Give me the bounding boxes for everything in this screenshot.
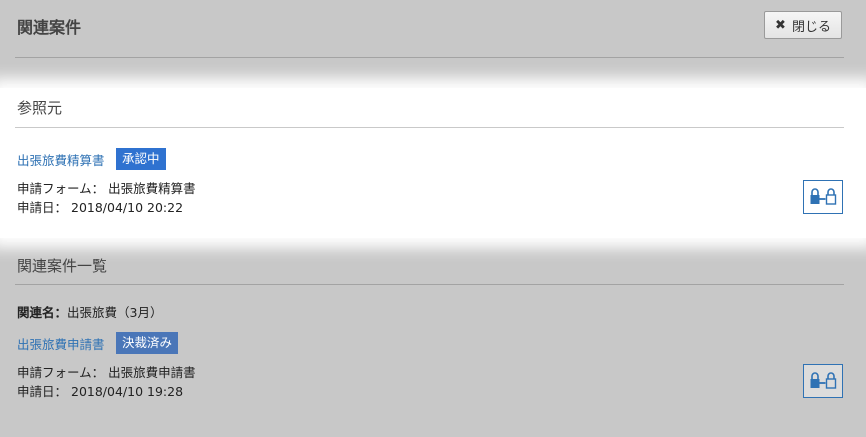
date-value: 2018/04/10 19:28 <box>71 384 184 399</box>
form-value: 出張旅費精算書 <box>108 181 196 196</box>
header-divider <box>15 57 844 58</box>
relation-label: 関連名： <box>17 305 68 320</box>
lock-link-icon <box>810 372 837 389</box>
header: 関連案件 ✖ 閉じる <box>0 0 866 58</box>
date-value: 2018/04/10 20:22 <box>71 200 184 215</box>
reference-doc-link[interactable]: 出張旅費精算書 <box>17 150 105 169</box>
link-lock-button[interactable] <box>803 180 843 214</box>
status-badge: 決裁済み <box>116 332 179 354</box>
close-button[interactable]: ✖ 閉じる <box>764 11 842 39</box>
related-section-divider <box>15 284 844 285</box>
date-label: 申請日： <box>17 200 68 215</box>
relation-value: 出張旅費（3月） <box>67 305 163 320</box>
related-section-title: 関連案件一覧 <box>17 257 108 275</box>
form-label: 申請フォーム： <box>17 181 105 196</box>
date-label: 申請日： <box>17 384 68 399</box>
related-info: 申請フォーム： 出張旅費申請書 申請日： 2018/04/10 19:28 <box>17 363 196 401</box>
close-button-label: 閉じる <box>791 19 831 35</box>
related-doc-link[interactable]: 出張旅費申請書 <box>17 334 105 353</box>
relation-name: 関連名：出張旅費（3月） <box>17 303 162 322</box>
reference-section-divider <box>15 127 844 128</box>
page-title: 関連案件 <box>17 18 82 37</box>
reference-section-title: 参照元 <box>17 99 63 117</box>
lock-link-icon <box>810 188 837 205</box>
form-label: 申請フォーム： <box>17 365 105 380</box>
status-badge: 承認中 <box>116 148 166 170</box>
close-icon: ✖ <box>775 17 786 33</box>
form-value: 出張旅費申請書 <box>108 365 196 380</box>
reference-info: 申請フォーム： 出張旅費精算書 申請日： 2018/04/10 20:22 <box>17 179 196 217</box>
link-lock-button[interactable] <box>803 364 843 398</box>
